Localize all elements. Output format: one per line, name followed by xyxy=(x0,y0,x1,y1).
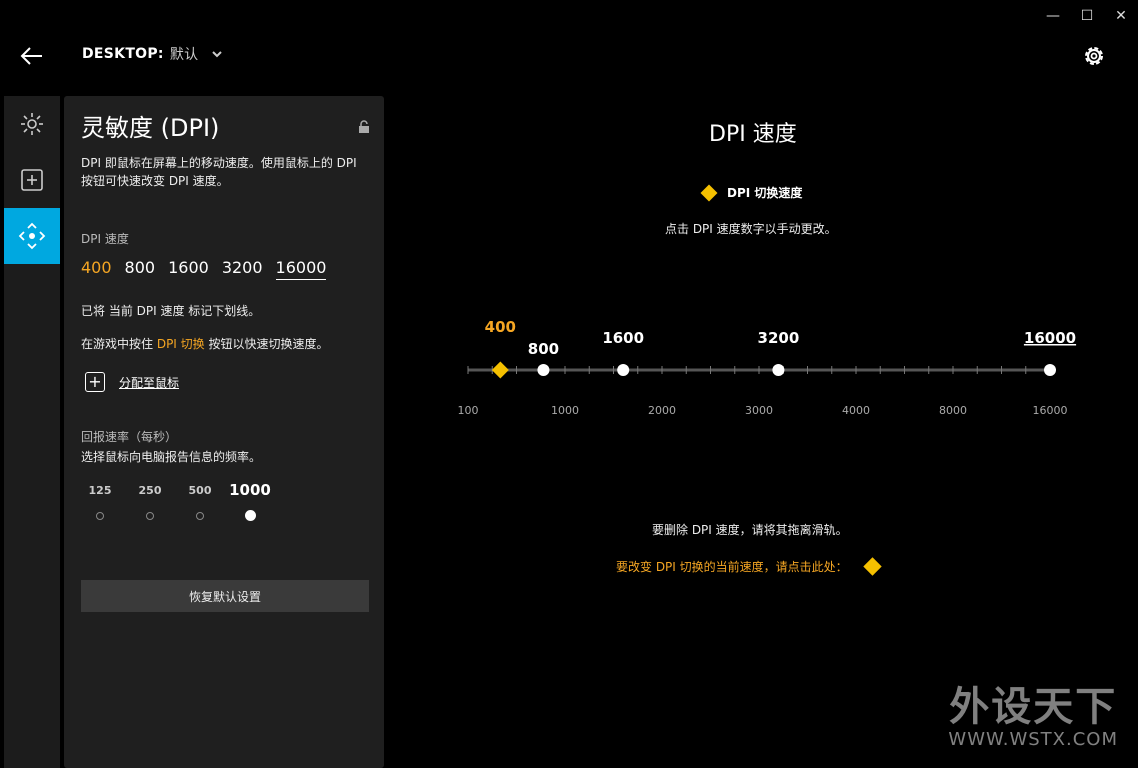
report-rate-selector: 125 250 500 1000 xyxy=(81,481,281,534)
back-arrow-icon[interactable] xyxy=(20,44,44,68)
dpi-shift-point-label[interactable]: 400 xyxy=(485,318,516,336)
profile-label: DESKTOP: xyxy=(82,46,164,62)
axis-tick-label: 8000 xyxy=(939,404,967,417)
unlock-icon[interactable] xyxy=(358,120,370,134)
report-rate-value: 250 xyxy=(138,484,162,497)
maximize-icon[interactable]: ☐ xyxy=(1080,8,1094,24)
report-rate-value: 1000 xyxy=(229,481,271,499)
axis-tick-label: 16000 xyxy=(1033,404,1068,417)
watermark: 外设天下 WWW.WSTX.COM xyxy=(948,685,1118,750)
dpi-shift-legend-label: DPI 切换速度 xyxy=(727,186,803,200)
panel-description: DPI 即鼠标在屏幕上的移动速度。使用鼠标上的 DPI 按钮可快速改变 DPI … xyxy=(81,156,357,188)
report-rate-option[interactable]: 500 xyxy=(175,484,225,520)
dpi-point-handle[interactable] xyxy=(772,364,785,376)
profile-name: 默认 xyxy=(169,47,199,63)
dpi-point-label[interactable]: 3200 xyxy=(758,329,800,347)
report-rate-option-selected[interactable]: 1000 xyxy=(225,481,275,521)
dpi-slider-track: 100 1000 2000 3000 4000 8000 16000 400 800 1600 32… xyxy=(458,318,1077,417)
dpi-value[interactable]: 800 xyxy=(125,258,156,280)
restore-defaults-button[interactable]: 恢复默认设置 xyxy=(81,580,369,612)
window-controls: — ☐ ✕ xyxy=(1046,8,1128,24)
axis-tick-label: 1000 xyxy=(551,404,579,417)
sensitivity-panel: 灵敏度 (DPI) DPI 即鼠标在屏幕上的移动速度。使用鼠标上的 DPI 按钮… xyxy=(64,96,384,768)
plus-box-icon xyxy=(21,169,43,191)
watermark-url: WWW.WSTX.COM xyxy=(948,729,1118,750)
dpi-value[interactable]: 3200 xyxy=(222,258,263,280)
plus-icon: + xyxy=(85,372,105,392)
report-rate-description: 选择鼠标向电脑报告信息的频率。 xyxy=(81,450,262,464)
dpi-shift-marker[interactable] xyxy=(491,361,509,379)
rail-item-sensitivity[interactable] xyxy=(4,208,60,264)
click-to-edit-hint: 点击 DPI 速度数字以手动更改。 xyxy=(665,222,837,236)
dpi-shift-note-pre: 在游戏中按住 xyxy=(81,337,157,351)
underline-note: 已将 当前 DPI 速度 标记下划线。 xyxy=(81,304,261,318)
dpi-point-label[interactable]: 800 xyxy=(528,340,559,358)
radio-dot-selected xyxy=(244,510,256,521)
dpi-point-handle[interactable] xyxy=(617,364,630,376)
radio-dot xyxy=(96,512,104,520)
dpi-shift-legend: DPI 切换速度 xyxy=(700,184,803,201)
gear-icon[interactable] xyxy=(1081,43,1107,69)
dpi-point-handle[interactable] xyxy=(1044,364,1056,376)
report-rate-value: 125 xyxy=(88,484,112,497)
dpi-value[interactable]: 1600 xyxy=(168,258,209,280)
dpi-shift-diamond-button[interactable] xyxy=(862,557,882,576)
close-icon[interactable]: ✕ xyxy=(1114,8,1128,24)
dpi-value[interactable]: 400 xyxy=(81,258,112,280)
rail-item-assignments[interactable] xyxy=(4,152,60,208)
dpi-slider[interactable]: 100 1000 2000 3000 4000 8000 16000 400 800 1600 32… xyxy=(450,310,1090,430)
assign-to-mouse-button[interactable]: + 分配至鼠标 xyxy=(85,372,179,392)
dpi-shift-note: 在游戏中按住 DPI 切换 按钮以快速切换速度。 xyxy=(81,335,329,352)
remove-dpi-hint: 要删除 DPI 速度，请将其拖离滑轨。 xyxy=(652,523,848,537)
panel-title: 灵敏度 (DPI) xyxy=(81,114,220,142)
dpi-point-label-current[interactable]: 16000 xyxy=(1024,329,1076,347)
axis-tick-label: 100 xyxy=(458,404,479,417)
diamond-icon xyxy=(700,184,718,201)
axis-tick-label: 3000 xyxy=(745,404,773,417)
chevron-down-icon xyxy=(212,51,223,58)
assign-to-mouse-label: 分配至鼠标 xyxy=(119,375,180,390)
move-arrows-icon xyxy=(18,222,46,250)
change-shift-hint-label: 要改变 DPI 切换的当前速度，请点击此处： xyxy=(616,560,848,574)
left-rail xyxy=(4,96,60,768)
radio-dot xyxy=(196,512,204,520)
report-rate-option[interactable]: 250 xyxy=(125,484,175,520)
dpi-shift-highlight: DPI 切换 xyxy=(156,337,205,351)
watermark-text: 外设天下 xyxy=(949,684,1118,730)
axis-tick-label: 4000 xyxy=(842,404,870,417)
report-rate-value: 500 xyxy=(188,484,212,497)
dpi-value-current[interactable]: 16000 xyxy=(275,258,327,280)
report-rate-option[interactable]: 125 xyxy=(75,484,125,520)
dpi-values-row: 400 800 1600 3200 16000 xyxy=(81,258,327,280)
axis-tick-label: 2000 xyxy=(648,404,676,417)
sun-icon xyxy=(21,113,43,135)
report-rate-label: 回报速率（每秒） xyxy=(81,430,178,444)
dpi-shift-note-post: 按钮以快速切换速度。 xyxy=(204,337,329,351)
radio-dot xyxy=(146,512,154,520)
dpi-speed-label: DPI 速度 xyxy=(81,232,129,246)
minimize-icon[interactable]: — xyxy=(1046,8,1060,24)
dpi-point-handle[interactable] xyxy=(537,364,550,376)
rail-item-lighting[interactable] xyxy=(4,96,60,152)
profile-selector[interactable]: DESKTOP: 默认 xyxy=(82,44,224,64)
dpi-point-label[interactable]: 1600 xyxy=(602,329,644,347)
change-shift-hint: 要改变 DPI 切换的当前速度，请点击此处： xyxy=(616,557,882,576)
main-title: DPI 速度 xyxy=(709,122,797,147)
